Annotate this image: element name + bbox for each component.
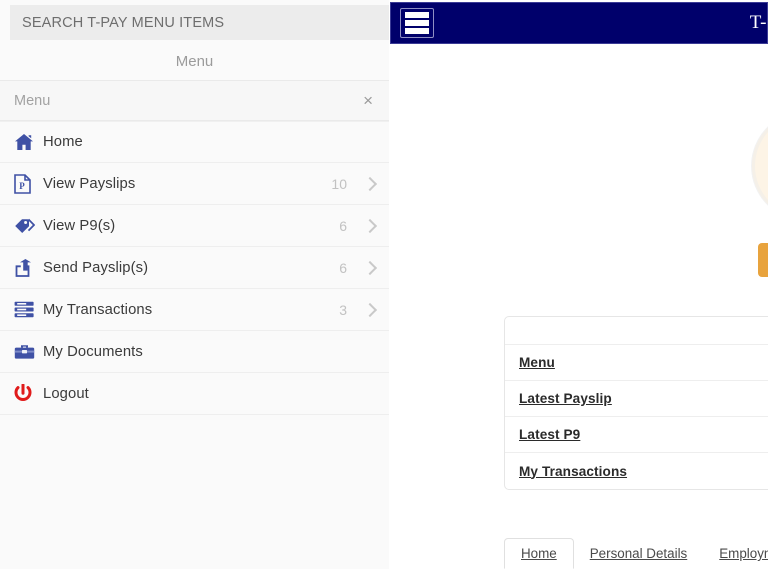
menu-item-my-transactions[interactable]: My Transactions 3 — [0, 289, 389, 331]
chevron-right-icon — [365, 302, 375, 318]
tab-personal-details[interactable]: Personal Details — [574, 538, 704, 569]
profile-tab-strip: HomePersonal DetailsEmployment — [504, 538, 768, 569]
hamburger-bar — [405, 20, 429, 26]
quick-link-menu[interactable]: Menu — [519, 355, 555, 370]
home-icon — [14, 131, 38, 153]
payslip-file-icon: P — [14, 173, 38, 195]
brand-title: T- — [749, 12, 767, 33]
quick-links-card: Menu Latest Payslip Latest P9 My Transactio… — [504, 316, 768, 490]
svg-text:P: P — [19, 181, 25, 191]
chevron-right-icon — [365, 176, 375, 192]
quick-links-list: Menu Latest Payslip Latest P9 My Transactio… — [505, 345, 768, 489]
quick-link-my-transactions[interactable]: My Transactions — [519, 464, 627, 479]
quick-link-latest-payslip[interactable]: Latest Payslip — [519, 391, 612, 406]
menu-item-send-payslip-s[interactable]: Send Payslip(s) 6 — [0, 247, 389, 289]
quick-link-row[interactable]: Latest P9 — [505, 417, 768, 453]
quick-link-row[interactable]: Menu — [505, 345, 768, 381]
menu-item-list: Home P View Payslips 10 View P9(s) 6 Send Pays… — [0, 121, 389, 415]
quick-link-latest-p9[interactable]: Latest P9 — [519, 427, 580, 442]
menu-item-label: Send Payslip(s) — [43, 259, 149, 276]
tag-icon — [14, 215, 38, 237]
menu-item-my-documents[interactable]: My Documents — [0, 331, 389, 373]
search-input[interactable] — [10, 5, 389, 40]
menu-drawer-panel: Menu Menu × Home P View Payslips 10 View P9(… — [0, 0, 389, 569]
app-screen: Menu Menu × Home P View Payslips 10 View P9(… — [0, 0, 768, 569]
hamburger-bar — [405, 28, 429, 34]
menu-header-row: Menu × — [0, 80, 389, 121]
menu-item-count: 10 — [331, 175, 347, 192]
menu-item-home[interactable]: Home — [0, 121, 389, 163]
app-content-panel: T- Menu Latest Payslip Latest P9 My Transac… — [390, 0, 768, 569]
menu-item-logout[interactable]: Logout — [0, 373, 389, 415]
chevron-right-icon — [365, 218, 375, 234]
menu-item-count: 3 — [339, 301, 347, 318]
tab-employment[interactable]: Employment — [703, 538, 768, 569]
primary-action-button[interactable] — [758, 243, 768, 277]
chevron-right-icon — [365, 260, 375, 276]
drawer-title: Menu — [0, 44, 389, 79]
search-container — [0, 0, 389, 44]
hamburger-bar — [405, 12, 429, 18]
menu-header-label: Menu — [14, 92, 51, 109]
menu-item-view-payslips[interactable]: P View Payslips 10 — [0, 163, 389, 205]
avatar — [752, 112, 768, 220]
menu-item-count: 6 — [339, 217, 347, 234]
menu-item-label: View Payslips — [43, 175, 136, 192]
menu-item-label: My Documents — [43, 343, 143, 360]
quick-link-row[interactable]: My Transactions — [505, 453, 768, 489]
power-logout-icon — [14, 383, 38, 405]
menu-item-label: Home — [43, 134, 83, 150]
close-icon[interactable]: × — [361, 92, 375, 109]
menu-item-view-p9-s[interactable]: View P9(s) 6 — [0, 205, 389, 247]
menu-item-count: 6 — [339, 259, 347, 276]
briefcase-icon — [14, 341, 38, 363]
app-header-bar: T- — [390, 2, 768, 44]
transactions-icon — [14, 299, 38, 321]
quick-links-card-header — [505, 317, 768, 345]
hamburger-menu-icon[interactable] — [400, 8, 434, 38]
share-export-icon — [14, 257, 38, 279]
menu-item-label: View P9(s) — [43, 217, 116, 234]
menu-item-label: My Transactions — [43, 301, 153, 318]
quick-link-row[interactable]: Latest Payslip — [505, 381, 768, 417]
menu-item-label: Logout — [43, 385, 89, 402]
tab-home[interactable]: Home — [504, 538, 574, 569]
